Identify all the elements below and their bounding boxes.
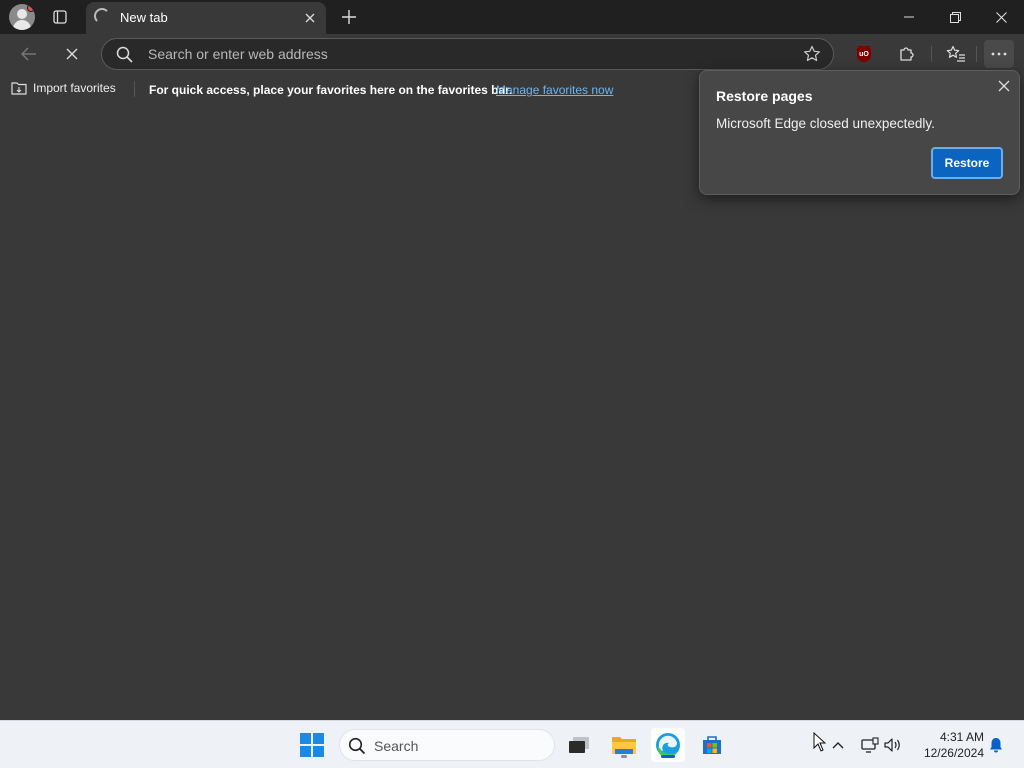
dialog-message: Microsoft Edge closed unexpectedly. [716,116,935,131]
ublock-icon: uO [857,46,871,62]
search-icon [348,737,366,755]
clock-date: 12/26/2024 [923,746,984,760]
start-button[interactable] [300,733,324,757]
task-view-icon [569,737,589,753]
favorites-message: For quick access, place your favorites h… [149,83,513,97]
microsoft-store-button[interactable] [695,728,729,762]
running-indicator [621,755,627,758]
mouse-cursor-icon [813,732,826,752]
address-input[interactable] [148,44,768,64]
windows-logo-tile [313,746,324,757]
close-icon [305,13,315,23]
notifications-button[interactable] [988,737,1004,758]
favorites-list-icon [946,45,965,62]
back-button[interactable] [14,40,44,68]
tab-title: New tab [120,10,168,25]
ublock-label: uO [859,50,869,58]
puzzle-icon [900,47,914,61]
minimize-icon [904,16,914,18]
folder-icon [612,737,636,754]
network-button[interactable] [860,733,880,757]
search-icon [116,46,133,63]
favorite-star-icon[interactable] [803,45,821,63]
ublock-extension-button[interactable]: uO [850,42,878,66]
toolbar-divider [976,46,977,62]
close-icon [998,80,1010,92]
show-hidden-icons-button[interactable] [830,733,846,757]
tab-close-button[interactable] [302,10,318,26]
import-favorites-button[interactable]: Import favorites [11,81,116,95]
taskbar-search-label: Search [374,738,419,754]
favorites-divider [134,81,135,97]
volume-button[interactable] [883,733,903,757]
windows-logo-tile [313,733,324,744]
close-icon [995,11,1007,23]
chevron-up-icon [832,742,844,749]
active-indicator [661,755,675,758]
arrow-left-icon [21,47,36,61]
dialog-close-button[interactable] [995,77,1013,95]
dialog-title: Restore pages [716,88,813,104]
toolbar-divider [931,46,932,62]
tab-actions-button[interactable] [46,4,74,30]
windows-logo-tile [300,746,311,757]
file-explorer-button[interactable] [607,728,641,762]
title-bar: New tab [0,0,1024,34]
restore-window-button[interactable] [932,0,978,34]
speaker-icon [884,738,900,752]
restore-pages-dialog: Restore pages Microsoft Edge closed unex… [699,70,1020,195]
windows-logo-tile [300,733,311,744]
extensions-button[interactable] [892,40,922,68]
restore-window-icon [949,11,961,23]
close-window-button[interactable] [978,0,1024,34]
taskbar: Search 4:31 AM 12/26/2024 [0,720,1024,768]
bell-icon [990,738,1002,753]
network-monitor-icon [861,737,879,753]
settings-more-button[interactable] [984,40,1014,68]
tab-new-tab[interactable]: New tab [86,2,326,34]
clock-time: 4:31 AM [939,730,984,744]
address-bar[interactable] [101,38,834,70]
new-tab-button[interactable] [336,4,362,30]
clock[interactable]: 4:31 AM 12/26/2024 [914,729,984,761]
import-favorites-label: Import favorites [33,81,116,95]
plus-icon [342,10,356,24]
stop-loading-button[interactable] [57,40,87,68]
restore-button[interactable]: Restore [931,147,1003,179]
more-dots-icon [991,52,1007,56]
minimize-button[interactable] [886,0,932,34]
microsoft-edge-button[interactable] [651,728,685,762]
close-icon [66,48,78,60]
task-view-button[interactable] [562,728,596,762]
tab-actions-icon [53,10,67,24]
favorites-button[interactable] [941,40,971,68]
import-folder-icon [11,82,27,95]
loading-spinner-icon [94,8,110,24]
taskbar-search[interactable]: Search [339,729,555,761]
manage-favorites-link[interactable]: Manage favorites now [496,83,613,97]
profile-avatar[interactable] [9,4,35,30]
store-icon [703,736,721,754]
